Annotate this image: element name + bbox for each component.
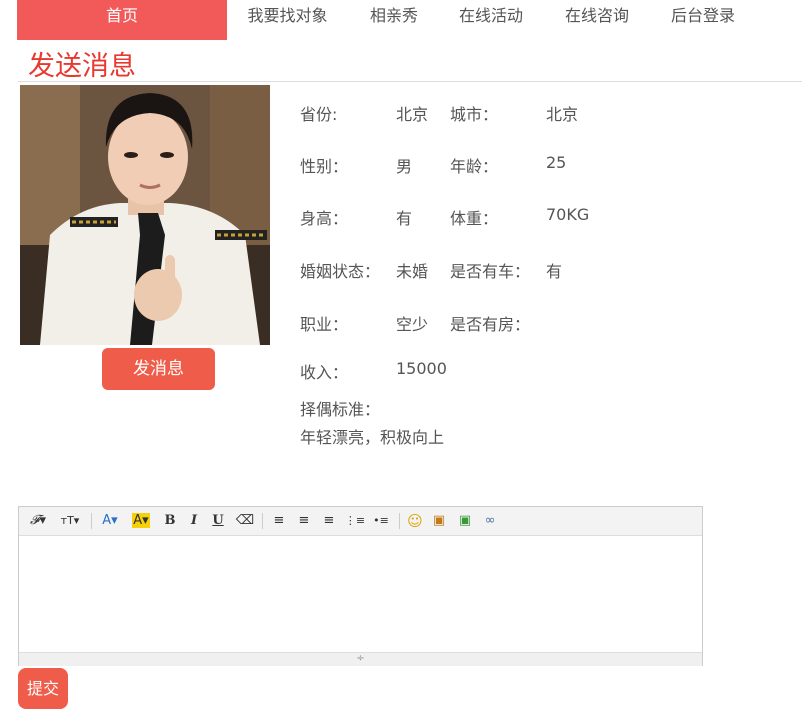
italic-icon[interactable]: I	[185, 511, 203, 531]
marital-status-value: 未婚	[396, 262, 429, 281]
city-value: 北京	[546, 105, 579, 124]
highlight-icon-label: A▾	[132, 513, 150, 528]
income-label: 收入：	[300, 363, 349, 382]
font-size-icon[interactable]: ᴛT▾	[57, 511, 83, 531]
nav-item-online-events[interactable]: 在线活动	[448, 0, 534, 40]
multi-image-icon[interactable]: ▣	[455, 511, 475, 531]
send-message-button[interactable]: 发消息	[102, 348, 215, 390]
height-value: 有	[396, 209, 413, 228]
age-label: 年龄：	[450, 157, 499, 176]
gender-label: 性别：	[300, 157, 349, 176]
has-house-label: 是否有房：	[450, 315, 531, 334]
marital-status-label: 婚姻状态：	[300, 262, 381, 281]
font-color-icon[interactable]: A▾	[99, 511, 121, 531]
income-value: 15000	[396, 359, 447, 378]
nav-item-admin-login[interactable]: 后台登录	[660, 0, 746, 40]
weight-value: 70KG	[546, 205, 590, 224]
partner-criteria-label: 择偶标准：	[300, 400, 381, 419]
has-car-label: 是否有车：	[450, 262, 531, 281]
highlight-icon[interactable]: A▾	[129, 511, 153, 531]
submit-button[interactable]: 提交	[18, 668, 68, 709]
age-value: 25	[546, 153, 567, 172]
nav-item-online-consult[interactable]: 在线咨询	[554, 0, 640, 40]
message-editor: 𝓕▾ ᴛT▾ A▾ A▾ B I U ⌫ ≡ ≡ ≡ ⋮≡ •≡ ☺ ▣ ▣ ∞…	[18, 506, 703, 666]
top-nav: 首页 我要找对象 相亲秀 在线活动 在线咨询 后台登录	[0, 0, 809, 40]
align-left-icon[interactable]: ≡	[269, 511, 289, 531]
underline-icon[interactable]: U	[209, 511, 227, 531]
nav-item-home[interactable]: 首页	[17, 0, 227, 40]
font-family-icon[interactable]: 𝓕▾	[27, 511, 49, 531]
has-car-value: 有	[546, 262, 563, 281]
toolbar-separator	[399, 513, 400, 529]
city-label: 城市：	[450, 105, 499, 124]
page-title: 发送消息	[28, 51, 136, 82]
gender-value: 男	[396, 157, 413, 176]
emoji-icon[interactable]: ☺	[405, 511, 425, 531]
province-value: 北京	[396, 105, 429, 124]
eraser-icon[interactable]: ⌫	[235, 511, 255, 531]
bold-icon[interactable]: B	[161, 511, 179, 531]
job-label: 职业：	[300, 315, 349, 334]
align-center-icon[interactable]: ≡	[294, 511, 314, 531]
job-value: 空少	[396, 315, 429, 334]
weight-label: 体重：	[450, 209, 499, 228]
nav-item-find-partner[interactable]: 我要找对象	[235, 0, 340, 40]
editor-text-area[interactable]	[19, 536, 702, 652]
unordered-list-icon[interactable]: •≡	[370, 511, 392, 531]
partner-criteria-value: 年轻漂亮，积极向上	[300, 428, 445, 447]
province-label: 省份:	[300, 105, 338, 124]
toolbar-separator	[262, 513, 263, 529]
profile-photo	[20, 85, 270, 345]
nav-item-dating-show[interactable]: 相亲秀	[355, 0, 433, 40]
title-divider	[18, 81, 802, 82]
align-right-icon[interactable]: ≡	[319, 511, 339, 531]
height-label: 身高：	[300, 209, 349, 228]
editor-resize-handle[interactable]: ÷	[19, 652, 702, 666]
editor-toolbar: 𝓕▾ ᴛT▾ A▾ A▾ B I U ⌫ ≡ ≡ ≡ ⋮≡ •≡ ☺ ▣ ▣ ∞	[19, 507, 702, 536]
toolbar-separator	[91, 513, 92, 529]
link-icon[interactable]: ∞	[480, 511, 500, 531]
ordered-list-icon[interactable]: ⋮≡	[344, 511, 366, 531]
image-icon[interactable]: ▣	[429, 511, 449, 531]
